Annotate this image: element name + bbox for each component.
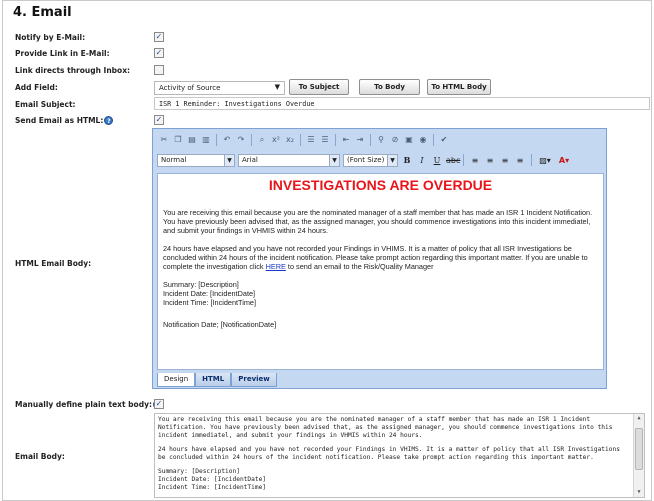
html-editor: ✂ ❐ ▤ ▥ ↶ ↷ ⌕ x² x₂ ☰ ☰ ⇤ ⇥ ⚲ ⊘ ▣ ◉ ✔ No… — [152, 128, 607, 389]
incident-date-line: Incident Date: [IncidentDate] — [163, 289, 256, 299]
tab-preview[interactable]: Preview — [231, 373, 277, 387]
strikethrough-icon[interactable]: abc — [446, 156, 460, 165]
unordered-list-icon[interactable]: ☰ — [319, 134, 331, 146]
scroll-thumb[interactable] — [635, 428, 643, 470]
paste-word-icon[interactable]: ▥ — [200, 134, 212, 146]
chevron-down-icon: ▼ — [387, 154, 397, 166]
justify-icon[interactable]: ≡ — [514, 156, 526, 165]
bold-icon[interactable]: B — [401, 155, 413, 165]
email-settings-panel: 4. Email Notify by E-Mail: ✓ Provide Lin… — [2, 0, 652, 501]
font-color-icon[interactable]: A▾ — [556, 156, 572, 165]
chevron-down-icon: ▼ — [329, 154, 339, 166]
to-body-button[interactable]: To Body — [359, 79, 420, 95]
send-html-label-text: Send Email as HTML: — [15, 116, 104, 125]
tab-design[interactable]: Design — [157, 373, 196, 387]
link-inbox-checkbox[interactable] — [154, 65, 164, 75]
ordered-list-icon[interactable]: ☰ — [305, 134, 317, 146]
redo-icon[interactable]: ↷ — [235, 134, 247, 146]
plain-paragraph: You are receiving this email because you… — [158, 416, 613, 439]
scroll-down-icon[interactable]: ▼ — [634, 488, 644, 497]
incident-time-line: Incident Time: [IncidentTime] — [163, 298, 257, 308]
email-subject-label: Email Subject: — [15, 100, 76, 109]
font-select-value: Arial — [242, 155, 258, 164]
notification-date-line: Notification Date; [NotificationDate] — [163, 320, 277, 330]
plain-body-scrollbar[interactable]: ▲ ▼ — [633, 414, 644, 497]
toolbar-divider — [463, 154, 464, 166]
subscript-icon[interactable]: x₂ — [284, 134, 296, 146]
email-body-label: Email Body: — [15, 452, 65, 461]
italic-icon[interactable]: I — [416, 156, 428, 165]
plain-text-body[interactable]: You are receiving this email because you… — [154, 413, 645, 498]
font-select[interactable]: Arial ▼ — [238, 153, 340, 167]
provide-link-label: Provide Link in E-Mail: — [15, 49, 110, 58]
format-select-value: Normal — [161, 155, 187, 164]
provide-link-checkbox[interactable]: ✓ — [154, 48, 164, 58]
editor-mode-tabs: Design HTML Preview — [157, 373, 277, 387]
summary-line: Summary: [Description] — [163, 280, 239, 290]
body-paragraph-text: to send an email to the Risk/Quality Man… — [285, 262, 434, 272]
superscript-icon[interactable]: x² — [270, 134, 282, 146]
paste-icon[interactable]: ▤ — [186, 134, 198, 146]
html-body-label: HTML Email Body: — [15, 259, 92, 268]
toolbar-divider — [370, 134, 371, 146]
plain-summary-line: Summary: [Description] — [158, 467, 240, 475]
undo-icon[interactable]: ↶ — [221, 134, 233, 146]
to-html-body-button[interactable]: To HTML Body — [427, 79, 491, 95]
underline-icon[interactable]: U — [431, 156, 443, 165]
flash-icon[interactable]: ◉ — [417, 134, 429, 146]
chevron-down-icon: ▼ — [274, 83, 280, 91]
toolbar-divider — [531, 154, 532, 166]
indent-icon[interactable]: ⇥ — [354, 134, 366, 146]
add-field-label: Add Field: — [15, 83, 58, 92]
copy-icon[interactable]: ❐ — [172, 134, 184, 146]
tab-html[interactable]: HTML — [195, 373, 232, 387]
body-paragraph-with-link: 24 hours have elapsed and you have not r… — [163, 244, 598, 271]
plain-incident-time-line: Incident Time: [IncidentTime] — [158, 483, 267, 491]
to-subject-button[interactable]: To Subject — [289, 79, 349, 95]
manual-plain-label-text: Manually define plain text body: — [15, 400, 152, 409]
toolbar-divider — [300, 134, 301, 146]
align-center-icon[interactable]: ≡ — [484, 156, 496, 165]
font-size-select[interactable]: (Font Size) ▼ — [343, 153, 398, 167]
send-html-label: Send Email as HTML:? — [15, 116, 114, 125]
plain-paragraph: 24 hours have elapsed and you have not r… — [158, 445, 620, 461]
body-headline: INVESTIGATIONS ARE OVERDUE — [268, 177, 493, 193]
cut-icon[interactable]: ✂ — [158, 134, 170, 146]
body-paragraph: You are receiving this email because you… — [163, 207, 593, 235]
add-field-select[interactable]: Activity of Source ▼ — [154, 81, 285, 95]
link-inbox-label: Link directs through Inbox: — [15, 66, 131, 75]
spellcheck-icon[interactable]: ✔ — [438, 134, 450, 146]
outdent-icon[interactable]: ⇤ — [340, 134, 352, 146]
section-title: 4. Email — [13, 5, 72, 20]
notify-label: Notify by E-Mail: — [15, 33, 86, 42]
manual-plain-label: Manually define plain text body:? — [15, 400, 162, 409]
font-size-select-value: (Font Size) — [347, 155, 385, 164]
toolbar-divider — [251, 134, 252, 146]
find-icon[interactable]: ⌕ — [256, 134, 268, 146]
help-icon[interactable]: ? — [104, 116, 114, 125]
hyperlink-icon[interactable]: ⚲ — [375, 134, 387, 146]
align-left-icon[interactable]: ≡ — [469, 156, 481, 165]
plain-incident-date-line: Incident Date: [IncidentDate] — [158, 475, 267, 483]
editor-toolbar-top: ✂ ❐ ▤ ▥ ↶ ↷ ⌕ x² x₂ ☰ ☰ ⇤ ⇥ ⚲ ⊘ ▣ ◉ ✔ — [155, 131, 604, 149]
align-right-icon[interactable]: ≡ — [499, 156, 511, 165]
scroll-up-icon[interactable]: ▲ — [634, 414, 644, 423]
toolbar-divider — [216, 134, 217, 146]
manual-plain-checkbox[interactable]: ✓ — [154, 399, 164, 409]
add-field-value: Activity of Source — [159, 84, 221, 92]
html-body-content[interactable]: INVESTIGATIONS ARE OVERDUE You are recei… — [157, 173, 604, 370]
toolbar-divider — [335, 134, 336, 146]
editor-toolbar-format: Normal ▼ Arial ▼ (Font Size) ▼ B I U abc… — [155, 151, 604, 169]
format-select[interactable]: Normal ▼ — [157, 153, 235, 167]
chevron-down-icon: ▼ — [224, 154, 234, 166]
notify-checkbox[interactable]: ✓ — [154, 32, 164, 42]
send-html-checkbox[interactable]: ✓ — [154, 115, 164, 125]
email-subject-input[interactable]: ISR 1 Reminder: Investigations Overdue — [154, 97, 650, 110]
unlink-icon[interactable]: ⊘ — [389, 134, 401, 146]
here-link[interactable]: HERE — [266, 262, 286, 271]
highlight-color-icon[interactable]: ▨▾ — [537, 156, 553, 165]
toolbar-divider — [433, 134, 434, 146]
image-icon[interactable]: ▣ — [403, 134, 415, 146]
